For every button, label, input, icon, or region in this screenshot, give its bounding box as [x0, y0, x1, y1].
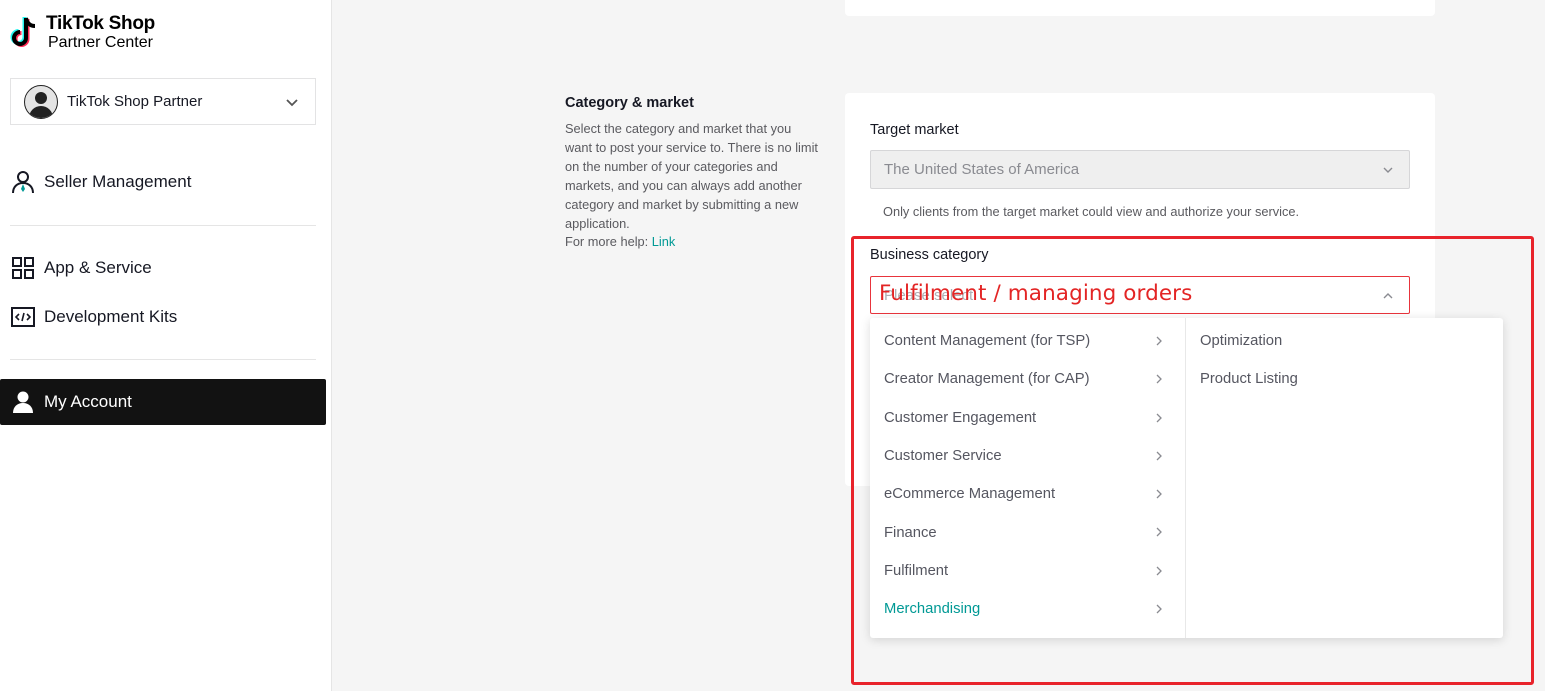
category-option[interactable]: Creator Management (for CAP) — [870, 360, 1185, 398]
subcategory-option[interactable]: Product Listing — [1186, 360, 1503, 398]
chevron-down-icon — [1383, 167, 1393, 173]
previous-section-card — [845, 0, 1435, 16]
help-prefix: For more help: — [565, 234, 652, 249]
account-name: TikTok Shop Partner — [67, 93, 203, 110]
nav-divider — [10, 225, 316, 226]
category-option[interactable]: Customer Service — [870, 437, 1185, 475]
user-icon — [13, 391, 33, 413]
nav-seller-management[interactable]: Seller Management — [0, 159, 326, 205]
avatar — [24, 84, 58, 119]
chevron-right-icon — [1156, 336, 1162, 346]
sidebar: TikTok Shop Partner Center TikTok Shop P… — [0, 0, 332, 691]
tiktok-logo-icon — [10, 14, 40, 54]
category-column: Content Management (for TSP) Creator Man… — [870, 318, 1186, 638]
nav-my-account[interactable]: My Account — [0, 379, 326, 425]
chevron-right-icon — [1156, 604, 1162, 614]
category-option[interactable]: eCommerce Management — [870, 475, 1185, 513]
nav-label-app-service: App & Service — [44, 258, 152, 277]
seller-person-icon — [12, 171, 34, 194]
category-option[interactable]: Fulfilment — [870, 552, 1185, 590]
business-category-dropdown: Content Management (for TSP) Creator Man… — [870, 318, 1503, 638]
grid-icon — [12, 257, 34, 279]
section-help: For more help: Link — [565, 234, 675, 249]
chevron-right-icon — [1156, 413, 1162, 423]
target-market-hint: Only clients from the target market coul… — [883, 204, 1300, 219]
nav-divider — [10, 359, 316, 360]
category-option[interactable]: Customer Engagement — [870, 399, 1185, 437]
nav-label-development-kits: Development Kits — [44, 307, 178, 326]
category-option-selected[interactable]: Merchandising — [870, 590, 1185, 628]
brand-title: TikTok Shop — [46, 13, 155, 34]
code-window-icon — [11, 307, 35, 327]
nav-development-kits[interactable]: Development Kits — [0, 294, 326, 340]
chevron-down-icon — [286, 99, 298, 107]
target-market-label: Target market — [870, 122, 959, 138]
category-option[interactable]: Content Management (for TSP) — [870, 322, 1185, 360]
subcategory-option[interactable]: Optimization — [1186, 322, 1503, 360]
section-title: Category & market — [565, 95, 694, 111]
account-switcher[interactable]: TikTok Shop Partner — [10, 78, 316, 125]
annotation-text: Fulfilment / managing orders — [879, 281, 1193, 306]
chevron-up-icon — [1383, 293, 1393, 299]
chevron-right-icon — [1156, 374, 1162, 384]
chevron-right-icon — [1156, 489, 1162, 499]
business-category-label: Business category — [870, 247, 989, 263]
nav-label-seller-management: Seller Management — [44, 172, 192, 191]
chevron-right-icon — [1156, 528, 1162, 537]
chevron-right-icon — [1156, 566, 1162, 576]
target-market-value: The United States of America — [884, 161, 1080, 178]
chevron-right-icon — [1156, 451, 1162, 461]
section-description: Select the category and market that you … — [565, 121, 818, 232]
help-link[interactable]: Link — [652, 234, 675, 249]
subcategory-column: Optimization Product Listing — [1186, 318, 1503, 638]
category-option[interactable]: Finance — [870, 513, 1185, 551]
nav-app-service[interactable]: App & Service — [0, 245, 326, 291]
nav-label-my-account: My Account — [44, 392, 132, 411]
tiktok-shop-logo[interactable]: TikTok Shop Partner Center — [10, 14, 155, 54]
brand-subtitle: Partner Center — [48, 34, 153, 51]
target-market-select: The United States of America — [870, 150, 1410, 189]
